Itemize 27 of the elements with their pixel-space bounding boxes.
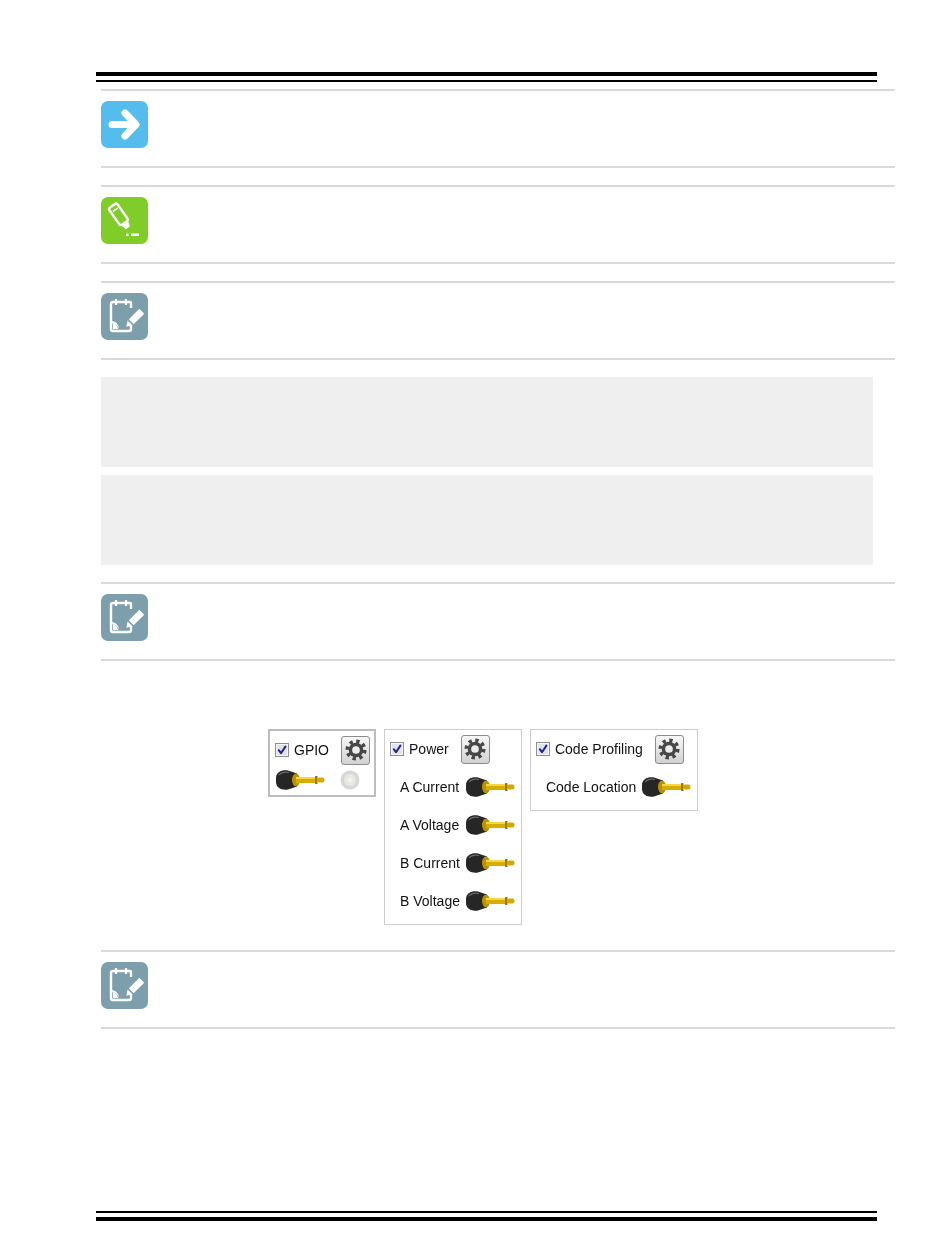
checkbox-label: GPIO <box>294 741 329 759</box>
probe-icon[interactable] <box>641 776 692 798</box>
checkbox[interactable] <box>275 743 289 757</box>
probe-icon[interactable] <box>464 814 515 836</box>
settings-icon <box>658 738 681 760</box>
probe-icon[interactable] <box>464 890 515 912</box>
probe-icon[interactable] <box>464 852 515 874</box>
notepad-pencil-icon <box>101 962 148 1009</box>
channel-label: Code Location <box>545 778 637 796</box>
notepad-pencil-icon <box>101 293 148 340</box>
probe-icon[interactable] <box>275 769 325 791</box>
settings-button[interactable] <box>460 734 490 764</box>
channel-label: A Current <box>400 778 460 796</box>
channel-label: B Current <box>400 854 460 872</box>
highlighter-icon <box>101 197 148 244</box>
settings-button[interactable] <box>341 735 370 765</box>
probe-icon[interactable] <box>464 776 515 798</box>
checkbox-label: Power <box>409 740 449 758</box>
settings-icon <box>464 738 487 760</box>
settings-button[interactable] <box>654 734 684 764</box>
settings-icon <box>344 739 367 761</box>
checkbox[interactable] <box>535 742 550 756</box>
channel-label: A Voltage <box>400 816 460 834</box>
notepad-pencil-icon <box>101 594 148 641</box>
channel-label: B Voltage <box>400 892 460 910</box>
checkbox[interactable] <box>390 742 404 756</box>
checkbox-label: Code Profiling <box>554 740 643 758</box>
